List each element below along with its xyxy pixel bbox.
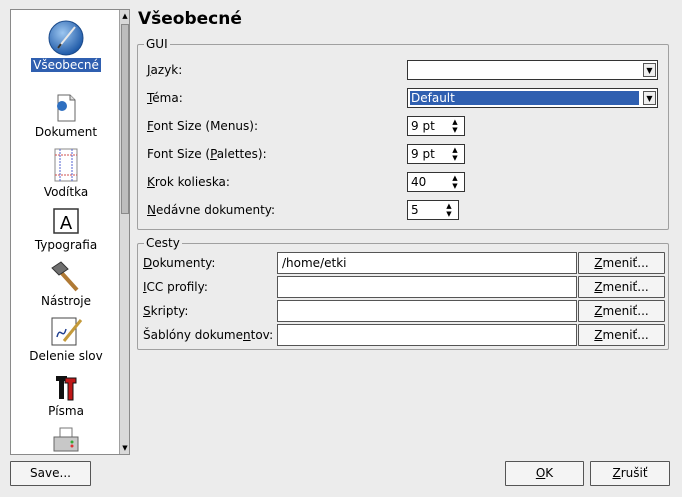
wheel-step-label: Krok kolieska: [147, 175, 230, 189]
document-templates-path-input[interactable] [277, 324, 577, 346]
change-documents-path-button[interactable]: Zmeniť... [578, 252, 665, 274]
chevron-down-icon[interactable]: ▼ [643, 63, 656, 77]
font-size-palettes-label: Font Size (Palettes): [147, 147, 267, 161]
sidebar-item-printer[interactable] [11, 425, 121, 454]
language-label: Jazyk: [147, 63, 183, 77]
sidebar-item-label: Písma [48, 404, 84, 418]
sidebar-item-document[interactable]: Dokument [11, 93, 121, 139]
sidebar-item-label: Všeobecné [31, 58, 101, 72]
sidebar-item-hyphenation[interactable]: Delenie slov [11, 315, 121, 363]
printer-icon [48, 425, 84, 454]
wheel-step-spinbox[interactable]: 40 ▲ ▼ [407, 172, 465, 192]
sidebar-item-guides[interactable]: Vodítka [11, 147, 121, 199]
font-size-menus-spinbox[interactable]: 9 pt ▲ ▼ [407, 116, 465, 136]
ok-button[interactable]: OK [505, 461, 584, 486]
scripts-path-input[interactable] [277, 300, 577, 322]
spin-arrows-icon[interactable]: ▲ ▼ [443, 202, 455, 218]
sidebar-scrollbar[interactable]: ▲ ▼ [119, 10, 129, 454]
icc-profiles-path-label: ICC profily: [143, 280, 208, 294]
sidebar-item-fonts[interactable]: Písma [11, 372, 121, 418]
sidebar-item-label: Nástroje [40, 294, 91, 308]
spin-arrows-icon[interactable]: ▲ ▼ [449, 118, 461, 134]
hammer-icon [48, 260, 84, 292]
documents-path-input[interactable]: /home/etki [277, 252, 577, 274]
change-scripts-path-button[interactable]: Zmeniť... [578, 300, 665, 322]
typography-icon: A [48, 206, 84, 236]
change-document-templates-path-button[interactable]: Zmeniť... [578, 324, 665, 346]
recent-documents-label: Nedávne dokumenty: [147, 203, 276, 217]
sidebar-item-label: Vodítka [43, 185, 89, 199]
icc-profiles-path-input[interactable] [277, 276, 577, 298]
sidebar-item-label: Delenie slov [29, 349, 103, 363]
sidebar-item-typography[interactable]: A Typografia [11, 206, 121, 252]
save-button[interactable]: Save... [10, 461, 91, 486]
font-size-palettes-spinbox[interactable]: 9 pt ▲ ▼ [407, 144, 465, 164]
sidebar-item-label: Dokument [34, 125, 98, 139]
spin-arrows-icon[interactable]: ▲ ▼ [449, 174, 461, 190]
sidebar-item-label: Typografia [34, 238, 98, 252]
spin-arrows-icon[interactable]: ▲ ▼ [449, 146, 461, 162]
theme-label: Téma: [147, 91, 183, 105]
fonts-icon [48, 372, 84, 402]
cancel-button[interactable]: Zrušiť [590, 461, 670, 486]
guides-icon [48, 147, 84, 183]
scroll-down-arrow-icon[interactable]: ▼ [121, 443, 129, 453]
language-select[interactable]: ▼ [407, 60, 658, 80]
document-templates-path-label: Šablóny dokumentov: [143, 328, 274, 342]
theme-select[interactable]: Default ▼ [407, 88, 658, 108]
sidebar-item-general[interactable]: Všeobecné [11, 20, 121, 72]
change-icc-profiles-path-button[interactable]: Zmeniť... [578, 276, 665, 298]
globe-pen-icon [48, 20, 84, 56]
scripts-path-label: Skripty: [143, 304, 189, 318]
font-size-menus-label: Font Size (Menus): [147, 119, 259, 133]
hyphenation-icon [48, 315, 84, 347]
documents-path-label: Dokumenty: [143, 256, 216, 270]
page-title: Všeobecné [138, 9, 242, 29]
svg-text:A: A [60, 213, 73, 234]
recent-documents-spinbox[interactable]: 5 ▲ ▼ [407, 200, 459, 220]
scrollbar-thumb[interactable] [121, 24, 129, 214]
scroll-up-arrow-icon[interactable]: ▲ [121, 11, 129, 21]
sidebar-item-tools[interactable]: Nástroje [11, 260, 121, 308]
chevron-down-icon[interactable]: ▼ [643, 91, 656, 105]
category-sidebar: Všeobecné Dokument Vodítka A Typografia … [10, 9, 130, 455]
gui-legend: GUI [146, 37, 168, 51]
document-icon [48, 93, 84, 123]
paths-legend: Cesty [146, 236, 180, 250]
